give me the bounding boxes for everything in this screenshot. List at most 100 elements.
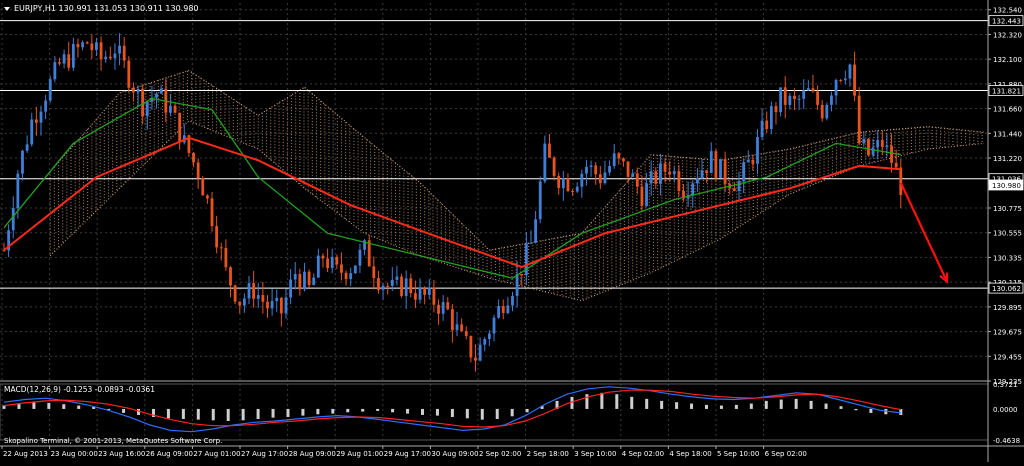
candle-bear (464, 331, 468, 337)
candle-bull (645, 183, 648, 206)
candle-bull (737, 181, 741, 191)
candle-bull (145, 101, 149, 117)
candle-bull (561, 178, 565, 189)
macd-histogram-bar (615, 394, 619, 409)
candle-bull (603, 172, 607, 184)
candle-bull (843, 78, 847, 81)
candle-bull (330, 256, 334, 268)
candle-bull (848, 64, 852, 79)
candle-bear (880, 140, 884, 148)
macd-histogram-bar (794, 398, 798, 409)
candle-bear (215, 226, 219, 248)
x-tick-label: 3 Sep 10:00 (574, 450, 616, 458)
candle-bull (695, 177, 699, 184)
macd-histogram-bar (181, 408, 185, 419)
candle-bull (242, 298, 246, 306)
macd-histogram-bar (47, 402, 51, 409)
candle-bear (566, 178, 570, 192)
candle-bull (788, 95, 792, 105)
candle-bull (293, 273, 297, 280)
candle-bear (229, 267, 232, 286)
copyright-text: Skopalino Terminal, © 2001-2013, MetaQuo… (4, 437, 222, 445)
candle-bear (233, 285, 237, 302)
macd-header: MACD(12,26,9) -0.1253 -0.0893 -0.0361 (4, 385, 155, 394)
candle-bear (654, 171, 658, 184)
macd-histogram-bar (406, 408, 410, 414)
candle-bear (839, 79, 843, 81)
candle-bull (169, 105, 172, 113)
candle-bear (899, 167, 903, 195)
x-tick-label: 28 Aug 09:00 (289, 450, 336, 458)
candle-bear (326, 258, 329, 268)
x-tick-label: 30 Aug 09:00 (431, 450, 478, 458)
candle-bull (353, 265, 357, 274)
candle-bull (404, 278, 408, 296)
x-tick-label: 26 Aug 09:00 (146, 450, 193, 458)
level-label: 132.443 (992, 18, 1021, 26)
candle-bear (34, 119, 38, 123)
macd-histogram-bar (645, 398, 649, 409)
price-chart[interactable]: 132.540132.320132.100131.880131.660131.4… (0, 0, 1024, 462)
candle-bull (649, 171, 653, 184)
candle-bull (427, 287, 431, 295)
candle-bear (192, 152, 195, 163)
macd-histogram-bar (196, 408, 200, 420)
candle-bear (252, 283, 256, 299)
candle-bear (335, 256, 339, 265)
macd-histogram-bar (719, 405, 723, 409)
candle-bear (557, 175, 561, 189)
candle-bear (321, 255, 325, 259)
candle-bull (30, 119, 34, 145)
candle-bear (238, 301, 242, 306)
candle-bull (709, 151, 713, 174)
candle-bear (820, 104, 824, 119)
macd-histogram-bar (675, 402, 679, 409)
candle-bear (811, 88, 815, 92)
candle-bull (155, 93, 158, 98)
candle-bear (266, 301, 269, 309)
candle-bear (816, 91, 819, 105)
candle-bear (99, 42, 103, 60)
candle-bear (219, 247, 223, 249)
candle-bull (21, 150, 24, 174)
macd-histogram-bar (137, 408, 141, 415)
macd-histogram-bar (256, 408, 260, 419)
candle-bull (113, 53, 117, 59)
candle-bull (159, 88, 163, 94)
candle-bull (497, 306, 501, 318)
candle-bull (418, 287, 422, 300)
candle-bull (256, 295, 260, 299)
y-tick-label: 131.660 (993, 106, 1022, 114)
candle-bull (349, 273, 353, 280)
candle-bull (16, 173, 20, 209)
candle-bull (825, 104, 829, 119)
candle-bear (409, 278, 413, 294)
x-tick-label: 23 Aug 00:00 (51, 450, 98, 458)
candle-bear (210, 198, 214, 227)
macd-histogram-bar (346, 408, 350, 413)
macd-histogram-bar (839, 406, 843, 409)
candle-bear (520, 274, 524, 276)
candle-bull (11, 208, 15, 231)
y-tick-label: 129.895 (993, 304, 1022, 312)
candle-bull (797, 98, 801, 100)
candle-bull (515, 274, 519, 296)
candle-bear (432, 287, 436, 305)
candle-bull (769, 106, 773, 129)
macd-histogram-bar (421, 408, 425, 415)
candle-bear (58, 62, 61, 64)
candle-bear (751, 159, 755, 164)
candle-bull (455, 324, 459, 331)
candle-bull (608, 165, 611, 173)
y-tick-label: 129.675 (993, 329, 1022, 337)
candle-bull (487, 333, 491, 340)
candle-bull (247, 283, 251, 299)
macd-histogram-bar (824, 403, 828, 409)
candle-bull (381, 285, 385, 290)
candle-bear (122, 45, 126, 61)
macd-histogram-bar (271, 408, 275, 418)
candle-bull (538, 181, 542, 220)
candle-bull (691, 183, 695, 195)
candle-bear (423, 287, 427, 295)
candle-bear (793, 95, 796, 100)
